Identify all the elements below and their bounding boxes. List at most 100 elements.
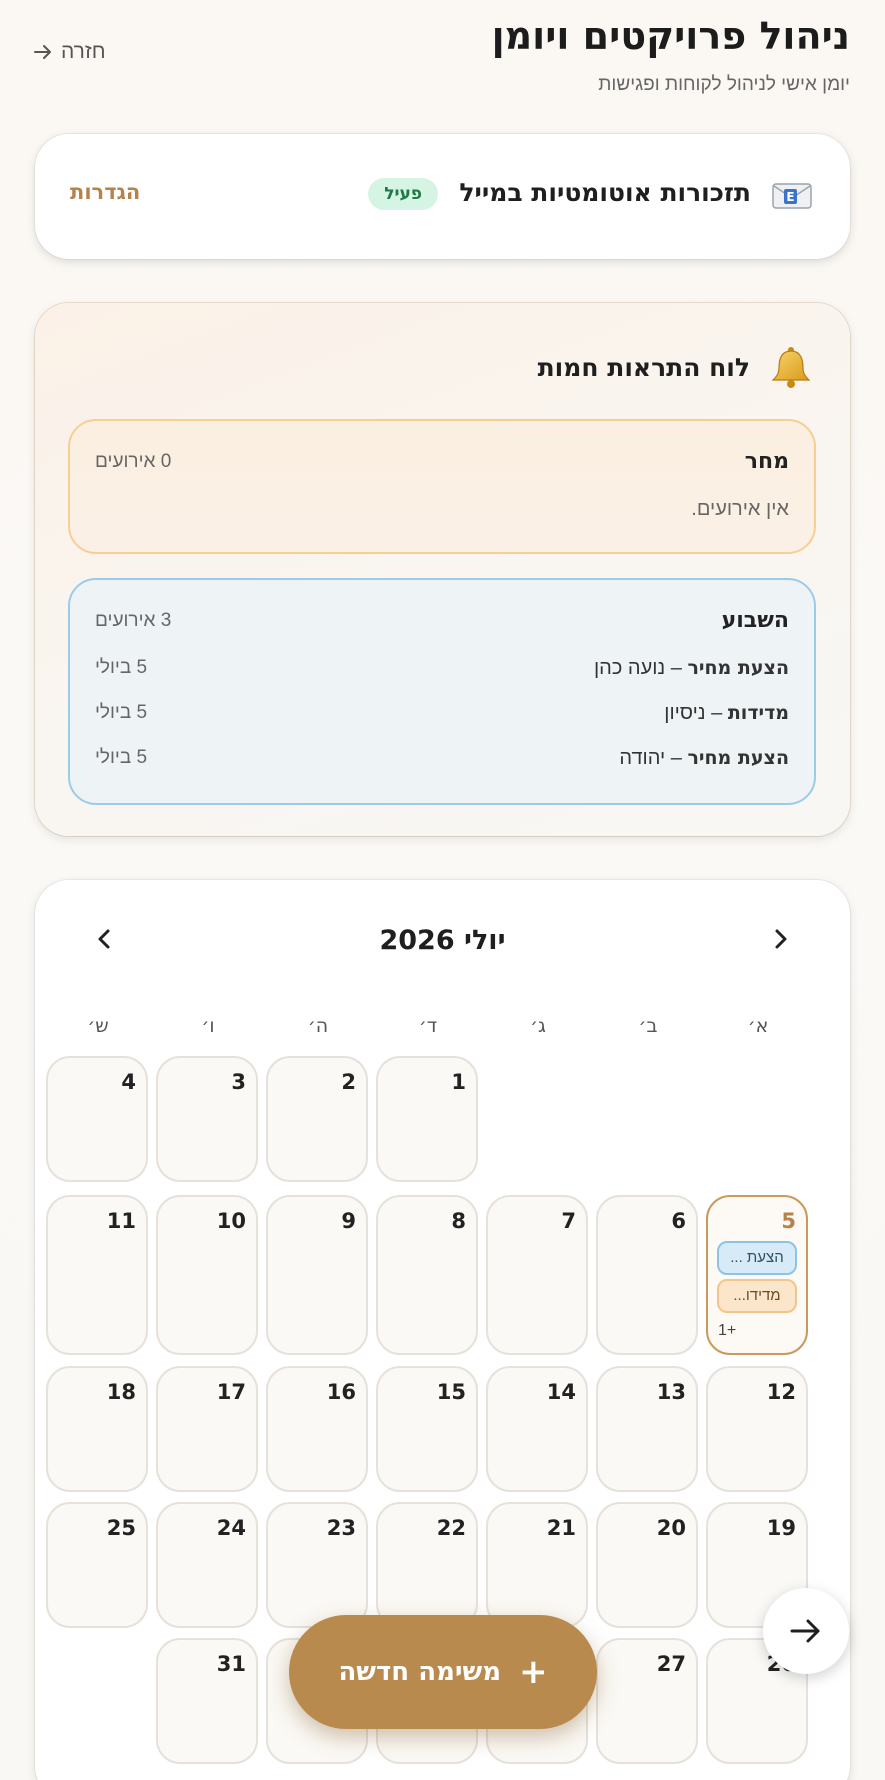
tomorrow-alerts: מחר 0 אירועים אין אירועים. [68, 419, 816, 554]
weekday-label: ו׳ [201, 1015, 215, 1037]
event-date: 5 ביולי [95, 702, 148, 723]
calendar-day[interactable]: 1 [376, 1056, 478, 1182]
new-task-button[interactable]: + משימה חדשה [289, 1615, 597, 1729]
list-item[interactable]: הצעת מחיר – יהודה 5 ביולי [95, 744, 789, 772]
weekday-label: ב׳ [638, 1015, 658, 1037]
day-number: 27 [656, 1652, 686, 1676]
plus-icon: + [519, 1652, 548, 1692]
settings-link[interactable]: הגדרות [70, 180, 140, 204]
hot-alerts-card: לוח התראות חמות מחר 0 אירועים אין אירועי… [35, 303, 850, 836]
day-number: 13 [656, 1380, 686, 1404]
calendar-day[interactable]: 13 [596, 1366, 698, 1492]
calendar-day[interactable]: 21 [486, 1502, 588, 1628]
day-number: 12 [766, 1380, 796, 1404]
back-link[interactable]: חזרה [33, 40, 106, 64]
calendar-day[interactable]: 18 [46, 1366, 148, 1492]
day-number: 7 [561, 1209, 576, 1233]
week-alerts: השבוע 3 אירועים הצעת מחיר – נועה כהן 5 ב… [68, 578, 816, 805]
day-number: 4 [121, 1070, 136, 1094]
day-number: 31 [216, 1652, 246, 1676]
calendar-day[interactable]: 3 [156, 1056, 258, 1182]
event-chip[interactable]: מדידו... [717, 1279, 797, 1313]
calendar-day[interactable]: 24 [156, 1502, 258, 1628]
calendar-day[interactable]: 25 [46, 1502, 148, 1628]
weekday-label: ג׳ [530, 1015, 546, 1037]
day-number: 23 [326, 1516, 356, 1540]
day-number: 8 [451, 1209, 466, 1233]
week-heading: השבוע [721, 608, 789, 633]
day-number: 10 [216, 1209, 246, 1233]
calendar-day[interactable]: 27 [596, 1638, 698, 1764]
day-number: 19 [766, 1516, 796, 1540]
calendar-day[interactable]: 2 [266, 1056, 368, 1182]
page-subtitle: יומן אישי לניהול לקוחות ופגישות [598, 74, 850, 95]
day-number: 17 [216, 1380, 246, 1404]
list-item[interactable]: הצעת מחיר – נועה כהן 5 ביולי [95, 654, 789, 682]
calendar-month-label: יולי 2026 [379, 925, 506, 956]
chevron-left-icon [98, 929, 110, 949]
back-label: חזרה [61, 40, 106, 63]
tomorrow-empty-text: אין אירועים. [691, 498, 789, 520]
email-reminders-card: E תזכורות אוטומטיות במייל פעיל הגדרות [35, 134, 850, 259]
scroll-button[interactable] [763, 1588, 849, 1674]
day-number: 15 [436, 1380, 466, 1404]
day-number: 5 [781, 1209, 796, 1233]
new-task-label: משימה חדשה [338, 1657, 502, 1687]
list-item[interactable]: מדידות – ניסיון 5 ביולי [95, 699, 789, 727]
arrow-right-icon [790, 1619, 820, 1643]
calendar-day[interactable]: 6 [596, 1195, 698, 1355]
calendar-day[interactable]: 15 [376, 1366, 478, 1492]
day-number: 9 [341, 1209, 356, 1233]
event-date: 5 ביולי [95, 657, 148, 678]
page-title: ניהול פרויקטים ויומן [491, 14, 850, 58]
calendar-day[interactable]: 10 [156, 1195, 258, 1355]
status-badge: פעיל [368, 178, 438, 210]
calendar-day[interactable]: 17 [156, 1366, 258, 1492]
day-number: 11 [106, 1209, 136, 1233]
calendar-day[interactable]: 23 [266, 1502, 368, 1628]
day-number: 22 [436, 1516, 466, 1540]
bell-icon [771, 347, 811, 388]
weekday-label: ש׳ [87, 1015, 109, 1037]
calendar-day[interactable]: 14 [486, 1366, 588, 1492]
day-number: 24 [216, 1516, 246, 1540]
email-reminders-title: תזכורות אוטומטיות במייל [459, 178, 751, 207]
calendar-day-today[interactable]: 5 הצעת ... מדידו... +1 [706, 1195, 808, 1355]
weekday-label: א׳ [747, 1015, 769, 1037]
day-number: 6 [671, 1209, 686, 1233]
event-chip[interactable]: הצעת ... [717, 1241, 797, 1275]
calendar-day[interactable]: 31 [156, 1638, 258, 1764]
next-month-button[interactable] [87, 922, 121, 956]
tomorrow-count: 0 אירועים [95, 451, 172, 472]
day-number: 21 [546, 1516, 576, 1540]
day-number: 16 [326, 1380, 356, 1404]
day-number: 1 [451, 1070, 466, 1094]
calendar-day[interactable]: 16 [266, 1366, 368, 1492]
weekday-label: ד׳ [418, 1015, 438, 1037]
calendar-day[interactable]: 22 [376, 1502, 478, 1628]
event-title: הצעת מחיר – נועה כהן [593, 656, 789, 679]
alerts-title: לוח התראות חמות [537, 353, 750, 382]
svg-text:E: E [786, 190, 794, 204]
week-count: 3 אירועים [95, 610, 172, 631]
tomorrow-heading: מחר [744, 449, 789, 474]
calendar-day[interactable]: 11 [46, 1195, 148, 1355]
weekday-label: ה׳ [307, 1015, 329, 1037]
day-number: 18 [106, 1380, 136, 1404]
event-title: מדידות – ניסיון [664, 701, 789, 724]
page-header: ניהול פרויקטים ויומן יומן אישי לניהול לק… [0, 0, 885, 120]
arrow-right-icon [34, 45, 51, 59]
calendar-day[interactable]: 12 [706, 1366, 808, 1492]
calendar-day[interactable]: 9 [266, 1195, 368, 1355]
day-number: 20 [656, 1516, 686, 1540]
day-number: 2 [341, 1070, 356, 1094]
calendar-day[interactable]: 4 [46, 1056, 148, 1182]
more-events-count[interactable]: +1 [718, 1322, 736, 1340]
calendar-day[interactable]: 20 [596, 1502, 698, 1628]
calendar-day[interactable]: 7 [486, 1195, 588, 1355]
event-title: הצעת מחיר – יהודה [619, 746, 789, 769]
calendar-day[interactable]: 8 [376, 1195, 478, 1355]
day-number: 25 [106, 1516, 136, 1540]
envelope-icon: E [772, 183, 812, 209]
day-number: 14 [546, 1380, 576, 1404]
